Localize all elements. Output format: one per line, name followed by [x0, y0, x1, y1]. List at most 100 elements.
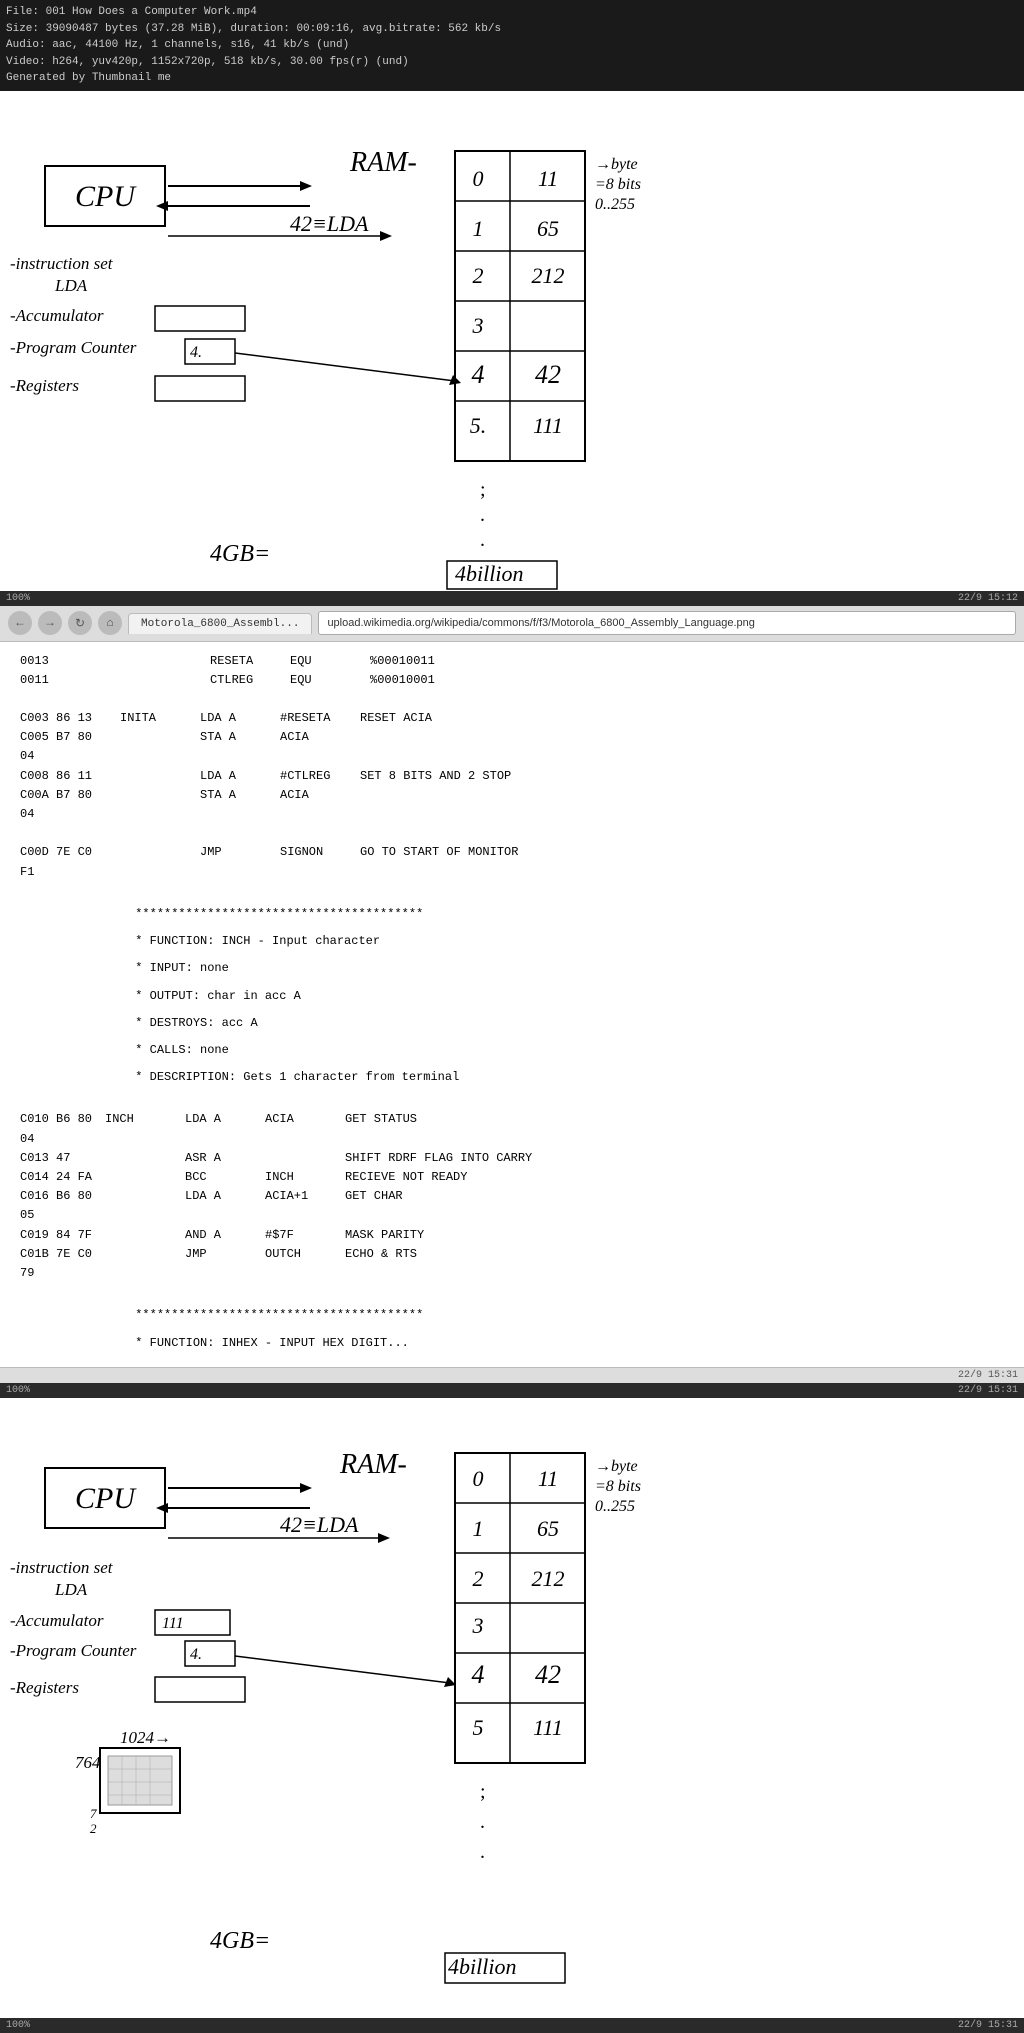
asm-line: C00D 7E C0 F1 JMP SIGNON GO TO START OF …	[20, 843, 1004, 881]
svg-text:=8 bits: =8 bits	[595, 1478, 641, 1495]
svg-text:0..255: 0..255	[595, 1498, 635, 1515]
svg-text:.: .	[480, 1811, 485, 1833]
svg-text:4: 4	[472, 360, 485, 389]
svg-text:;: ;	[480, 479, 486, 501]
asm-comment-4: * DESTROYS: acc A	[20, 1010, 1004, 1037]
svg-text:4GB=: 4GB=	[210, 1928, 270, 1954]
svg-text:2: 2	[473, 1566, 484, 1591]
back-button[interactable]: ←	[8, 611, 32, 635]
svg-text:11: 11	[538, 1466, 558, 1491]
video-info-bar: File: 001 How Does a Computer Work.mp4 S…	[0, 0, 1024, 91]
svg-text:65: 65	[537, 1516, 559, 1541]
asm-line: C003 86 13 INITA LDA A #RESETA RESET ACI…	[20, 709, 1004, 728]
tab-label: Motorola_6800_Assembl...	[141, 618, 299, 630]
asm-line: C01B 7E C0 79 JMP OUTCH ECHO & RTS	[20, 1245, 1004, 1283]
svg-text:111: 111	[533, 413, 563, 438]
video-filename: File: 001 How Does a Computer Work.mp4	[6, 4, 1018, 21]
svg-text:1: 1	[473, 216, 484, 241]
svg-text:→byte: →byte	[595, 156, 638, 173]
svg-text:LDA: LDA	[54, 1580, 88, 1599]
asm-comment-6: * DESCRIPTION: Gets 1 character from ter…	[20, 1064, 1004, 1091]
svg-text:1024→: 1024→	[120, 1728, 171, 1747]
svg-text:2: 2	[90, 1821, 97, 1836]
svg-text:4billion: 4billion	[448, 1954, 516, 1979]
svg-text:-instruction set: -instruction set	[10, 1558, 114, 1577]
svg-text:42≡LDA: 42≡LDA	[280, 1512, 359, 1537]
reload-button[interactable]: ↻	[68, 611, 92, 635]
svg-text:4.: 4.	[190, 344, 202, 361]
svg-text:4GB=: 4GB=	[210, 541, 270, 567]
svg-text:3: 3	[472, 313, 484, 338]
asm-stars-2: ****************************************	[20, 1302, 1004, 1329]
svg-text:2: 2	[473, 263, 484, 288]
svg-text:-Accumulator: -Accumulator	[10, 306, 104, 325]
asm-line: C016 B6 80 05 LDA A ACIA+1 GET CHAR	[20, 1187, 1004, 1225]
svg-text:212: 212	[532, 263, 565, 288]
statusbar1-left: 100%	[6, 593, 30, 604]
video-video: Video: h264, yuv420p, 1152x720p, 518 kb/…	[6, 54, 1018, 71]
video-statusbar-1: 100% 22/9 15:12	[0, 591, 1024, 606]
video-frame-2: CPU RAM- 42≡LDA -instruction set LDA -Ac…	[0, 1398, 1024, 2018]
home-button[interactable]: ⌂	[98, 611, 122, 635]
browser-toolbar: ← → ↻ ⌂ Motorola_6800_Assembl...	[0, 606, 1024, 642]
svg-text:5: 5	[473, 1715, 484, 1740]
asm-line: C010 B6 80 04 INCH LDA A ACIA GET STATUS	[20, 1110, 1004, 1148]
svg-text:0: 0	[473, 166, 484, 191]
svg-text:=8 bits: =8 bits	[595, 176, 641, 193]
svg-text:.: .	[480, 1841, 485, 1863]
svg-text:4.: 4.	[190, 1646, 202, 1663]
asm-line: C014 24 FA BCC INCH RECIEVE NOT READY	[20, 1168, 1004, 1187]
svg-text:.: .	[480, 529, 485, 551]
asm-line: C00A B7 80 04 STA A ACIA	[20, 786, 1004, 824]
svg-text:65: 65	[537, 216, 559, 241]
svg-text:RAM-: RAM-	[339, 1449, 407, 1480]
assembly-content: 0013 RESETA EQU %00010011 0011 CTLREG EQ…	[0, 642, 1024, 1367]
asm-line: 0013 RESETA EQU %00010011	[20, 652, 1004, 671]
statusbar-bottom-right: 22/9 15:31	[958, 2020, 1018, 2031]
statusbar2-left: 100%	[6, 1385, 30, 1396]
video-audio: Audio: aac, 44100 Hz, 1 channels, s16, 4…	[6, 37, 1018, 54]
asm-comment-1: * FUNCTION: INCH - Input character	[20, 928, 1004, 955]
address-bar[interactable]	[318, 611, 1016, 635]
svg-text:5.: 5.	[470, 413, 487, 438]
svg-text:CPU: CPU	[75, 1482, 137, 1515]
svg-text:0: 0	[473, 1466, 484, 1491]
browser-section: ← → ↻ ⌂ Motorola_6800_Assembl... 0013 RE…	[0, 606, 1024, 1383]
forward-button[interactable]: →	[38, 611, 62, 635]
svg-text:4: 4	[472, 1660, 485, 1689]
browser-tab-active[interactable]: Motorola_6800_Assembl...	[128, 613, 312, 634]
asm-line: C013 47 ASR A SHIFT RDRF FLAG INTO CARRY	[20, 1149, 1004, 1168]
asm-line: 0011 CTLREG EQU %00010001	[20, 671, 1004, 690]
svg-text:0..255: 0..255	[595, 196, 635, 213]
asm-comment-5: * CALLS: none	[20, 1037, 1004, 1064]
asm-line: C008 86 11 LDA A #CTLREG SET 8 BITS AND …	[20, 767, 1004, 786]
svg-text:-instruction set: -instruction set	[10, 254, 114, 273]
statusbar1-right: 22/9 15:12	[958, 593, 1018, 604]
statusbar-bottom-left: 100%	[6, 2020, 30, 2031]
svg-text:111: 111	[162, 1615, 184, 1632]
svg-text:7: 7	[90, 1806, 97, 1821]
svg-text:-Registers: -Registers	[10, 1678, 79, 1697]
svg-text:11: 11	[538, 166, 558, 191]
video-statusbar-bottom: 100% 22/9 15:31	[0, 2018, 1024, 2033]
svg-text:764: 764	[75, 1753, 101, 1772]
svg-text:42: 42	[535, 1660, 561, 1689]
svg-text:CPU: CPU	[75, 180, 137, 213]
asm-line: C019 84 7F AND A #$7F MASK PARITY	[20, 1226, 1004, 1245]
svg-text:1: 1	[473, 1516, 484, 1541]
asm-comment-3: * OUTPUT: char in acc A	[20, 983, 1004, 1010]
svg-text:.: .	[480, 504, 485, 526]
svg-text:42: 42	[535, 360, 561, 389]
svg-text:212: 212	[532, 1566, 565, 1591]
svg-text:-Program Counter: -Program Counter	[10, 338, 137, 357]
svg-text:3: 3	[472, 1613, 484, 1638]
svg-text:-Accumulator: -Accumulator	[10, 1611, 104, 1630]
asm-bottom-partial: * FUNCTION: INHEX - INPUT HEX DIGIT...	[20, 1330, 1004, 1357]
video-generated: Generated by Thumbnail me	[6, 70, 1018, 87]
svg-text:RAM-: RAM-	[349, 147, 417, 178]
svg-text:-Program Counter: -Program Counter	[10, 1641, 137, 1660]
browser-status-right: 22/9 15:31	[958, 1370, 1018, 1381]
video-statusbar-2: 100% 22/9 15:31	[0, 1383, 1024, 1398]
svg-text:-Registers: -Registers	[10, 376, 79, 395]
svg-text:;: ;	[480, 1781, 486, 1803]
